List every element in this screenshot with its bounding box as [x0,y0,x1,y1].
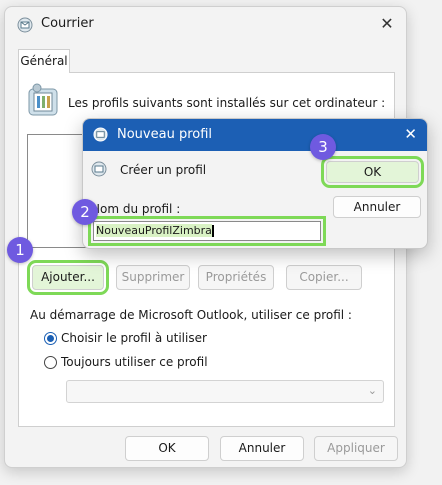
profile-name-value: NouveauProfilZimbra [96,224,212,237]
radio-dot-choose[interactable] [44,332,57,345]
dialog-titlebar: Nouveau profil ✕ [83,119,427,151]
text-caret [211,225,214,237]
mail-profiles-icon [28,83,58,116]
dialog-title: Nouveau profil [117,127,213,142]
ok-button[interactable]: OK [125,436,209,461]
step-badge-1: 1 [7,237,33,263]
cancel-button[interactable]: Annuler [220,436,304,461]
radio-always-label: Toujours utiliser ce profil [61,355,208,369]
mail-profile-icon [93,127,108,142]
add-profile-button[interactable]: Ajouter... [27,260,109,295]
radio-dot-always[interactable] [44,356,57,369]
window-title: Courrier [41,16,94,31]
chevron-down-icon: ⌄ [367,384,377,397]
new-profile-dialog: Nouveau profil ✕ Créer un profil Nom du … [82,118,428,249]
create-profile-text: Créer un profil [120,163,207,177]
titlebar: Courrier ✕ [5,7,406,43]
startup-profile-label: Au démarrage de Microsoft Outlook, utili… [30,308,352,322]
close-icon[interactable]: ✕ [378,15,396,33]
radio-choose-label: Choisir le profil à utiliser [61,331,207,345]
close-icon[interactable]: ✕ [404,125,417,143]
remove-profile-button[interactable]: Supprimer [116,265,190,290]
apply-button[interactable]: Appliquer [314,436,398,461]
step-badge-3: 3 [310,134,336,160]
installed-profiles-label: Les profils suivants sont installés sur … [68,96,386,110]
profile-select[interactable]: ⌄ [66,380,384,403]
dialog-ok-button[interactable]: OK [321,156,424,188]
mail-profile-icon [91,161,107,177]
mail-profile-icon [17,17,33,33]
profile-name-label: Nom du profil : [91,202,181,216]
step-badge-2: 2 [72,199,98,225]
tab-general[interactable]: Général [18,49,70,73]
profile-name-input[interactable]: NouveauProfilZimbra [88,216,326,246]
dialog-cancel-button[interactable]: Annuler [333,196,421,218]
copy-profile-button[interactable]: Copier... [286,265,362,290]
properties-button[interactable]: Propriétés [198,265,274,290]
